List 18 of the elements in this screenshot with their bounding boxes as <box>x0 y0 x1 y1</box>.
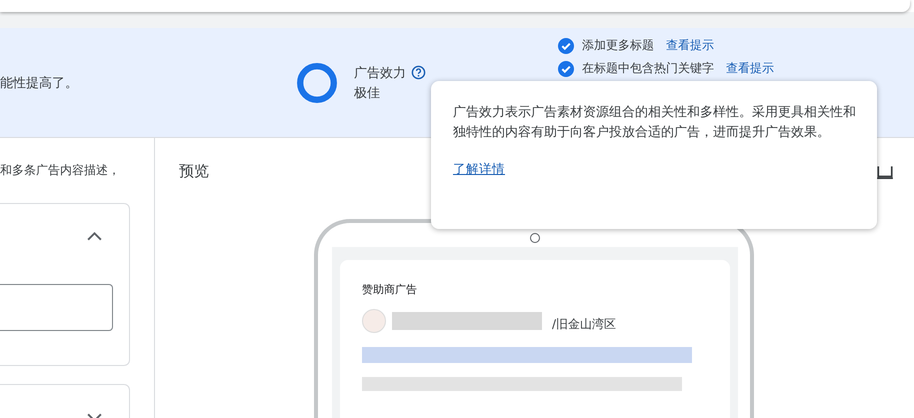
ad-strength-label: 广告效力 <box>354 64 406 82</box>
tooltip-text: 广告效力表示广告素材资源组合的相关性和多样性。采用更具相关性和独特性的内容有助于向客户投放合适的广告，进而提升广告效果。 <box>453 104 857 142</box>
banner-message: 能性提高了。 <box>0 74 79 92</box>
ad-strength-rating: 极佳 <box>354 84 381 102</box>
tip-text: 在标题中包含热门关键字 <box>582 60 714 77</box>
ring-icon <box>296 62 338 104</box>
input-field[interactable] <box>0 284 113 331</box>
help-icon[interactable] <box>411 65 426 80</box>
tip-text: 添加更多标题 <box>582 37 654 54</box>
logo-icon <box>362 309 386 333</box>
learn-more-link[interactable]: 了解详情 <box>453 161 505 178</box>
sponsored-label: 赞助商广告 <box>362 282 418 297</box>
view-tips-link[interactable]: 查看提示 <box>666 37 714 54</box>
view-tips-link[interactable]: 查看提示 <box>726 60 774 77</box>
preview-title: 预览 <box>179 162 209 181</box>
description-text: 和多条广告内容描述， <box>0 162 121 179</box>
location-text: /旧金山湾区 <box>552 316 616 333</box>
camera-icon <box>530 233 540 243</box>
